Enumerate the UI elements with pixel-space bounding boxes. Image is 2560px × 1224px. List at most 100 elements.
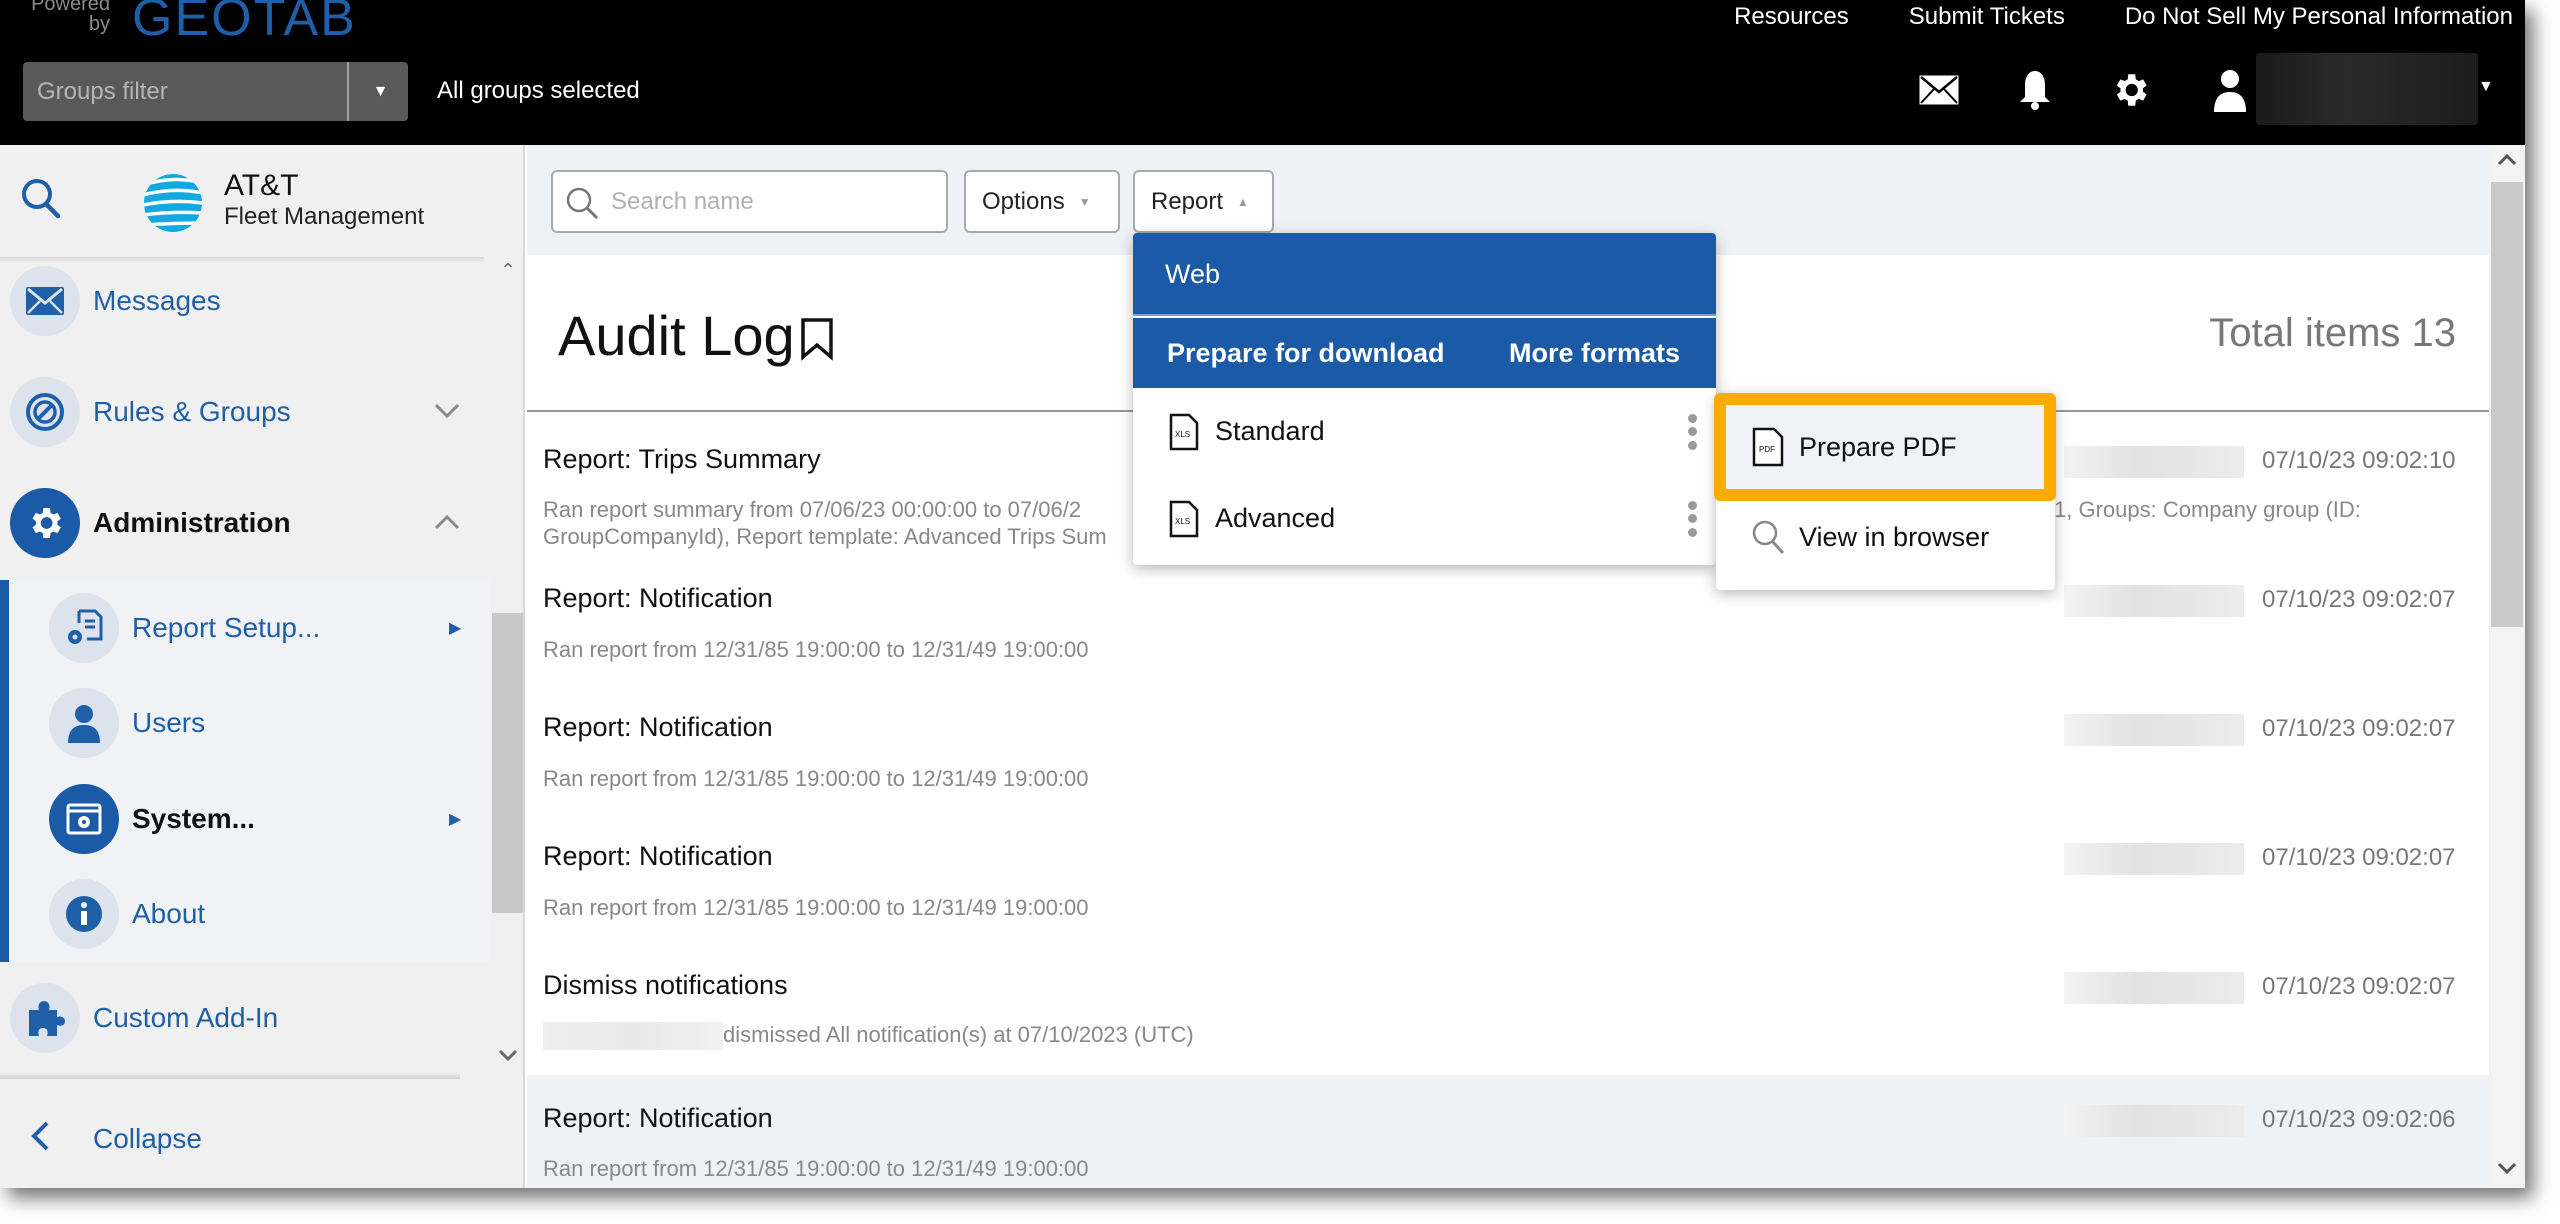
user-name-redacted[interactable] — [2256, 53, 2478, 125]
row-description: dismissed All notification(s) at 07/10/2… — [723, 1022, 1194, 1047]
page-title: Audit Log — [558, 304, 795, 367]
top-links: Resources Submit Tickets Do Not Sell My … — [1734, 0, 2513, 34]
row-timestamp: 07/10/23 09:02:06 — [2262, 1106, 2456, 1133]
gear-icon — [10, 488, 80, 558]
sidebar-item-label: Rules & Groups — [93, 396, 291, 427]
link-submit-tickets[interactable]: Submit Tickets — [1909, 3, 2065, 31]
sidebar-item-label: Custom Add-In — [93, 1002, 279, 1033]
row-title: Dismiss notifications — [543, 970, 788, 1000]
collapse-label: Collapse — [93, 1123, 202, 1154]
sidebar-item-label: System... — [132, 803, 255, 834]
geotab-logo: GEOTAB — [132, 0, 357, 47]
list-item[interactable]: Report: Notification Ran report from 12/… — [527, 564, 2489, 693]
groups-filter[interactable]: Groups filter ▼ — [23, 62, 408, 121]
sidebar-bottom-shadow — [0, 1073, 460, 1079]
options-button[interactable]: Options ▼ — [964, 170, 1120, 233]
mail-icon[interactable] — [1917, 68, 1961, 112]
main-scrollbar[interactable] — [2489, 145, 2525, 1188]
att-globe-logo — [143, 173, 203, 233]
search-name-field[interactable] — [551, 170, 948, 233]
sidebar-search-icon[interactable] — [18, 175, 66, 223]
report-label: Report — [1151, 187, 1224, 215]
menu-item-standard[interactable]: XLS Standard — [1133, 388, 1716, 475]
row-title: Report: Notification — [543, 1103, 773, 1133]
more-formats-label: More formats — [1508, 338, 1680, 368]
prepare-for-download-label: Prepare for download — [1167, 338, 1445, 368]
list-item[interactable]: Report: Notification Ran report from 12/… — [527, 1075, 2489, 1188]
row-title: Report: Trips Summary — [543, 444, 821, 474]
user-menu-caret[interactable]: ▼ — [2478, 78, 2494, 96]
sidebar-scroll-down-icon[interactable] — [495, 1045, 521, 1071]
link-do-not-sell[interactable]: Do Not Sell My Personal Information — [2125, 3, 2513, 31]
user-redacted — [2064, 843, 2244, 875]
user-redacted — [2064, 714, 2244, 746]
row-description: Ran report from 12/31/85 19:00:00 to 12/… — [543, 637, 1089, 662]
menu-item-prepare-pdf[interactable]: PDF Prepare PDF — [1716, 403, 2055, 491]
svg-text:PDF: PDF — [1759, 445, 1775, 454]
sidebar-item-administration[interactable]: Administration — [0, 475, 490, 571]
sidebar-scroll-up-icon[interactable]: ⌃ — [495, 260, 521, 286]
bell-icon[interactable] — [2013, 68, 2057, 112]
chevron-left-icon — [30, 1120, 60, 1159]
list-item[interactable]: Dismiss notifications dismissed All noti… — [527, 951, 2489, 1075]
bookmark-icon[interactable] — [799, 317, 835, 361]
sidebar-item-label: Administration — [93, 507, 291, 538]
user-redacted — [543, 1022, 723, 1051]
report-button[interactable]: Report ▲ — [1133, 170, 1274, 233]
user-icon — [49, 688, 119, 758]
groups-filter-dropdown-button[interactable]: ▼ — [353, 62, 408, 121]
format-submenu: PDF Prepare PDF View in browser — [1716, 393, 2055, 590]
list-item[interactable]: Report: Notification Ran report from 12/… — [527, 693, 2489, 822]
menu-item-advanced[interactable]: XLS Advanced — [1133, 475, 1716, 562]
scroll-up-icon[interactable] — [2493, 149, 2521, 177]
svg-text:XLS: XLS — [1175, 517, 1190, 526]
puzzle-icon — [10, 983, 80, 1053]
collapse-button[interactable]: Collapse — [30, 1115, 202, 1163]
search-name-input[interactable] — [611, 182, 931, 222]
scroll-down-icon[interactable] — [2493, 1157, 2521, 1185]
chevron-up-icon[interactable] — [434, 510, 460, 536]
user-redacted — [2064, 446, 2244, 478]
caret-down-icon: ▼ — [1078, 194, 1091, 209]
menu-item-label: Advanced — [1215, 503, 1336, 533]
total-items-count: Total items 13 — [2209, 311, 2456, 355]
menu-item-web[interactable]: Web — [1133, 233, 1716, 316]
search-icon — [565, 186, 599, 220]
row-timestamp: 07/10/23 09:02:07 — [2262, 586, 2456, 613]
rules-icon — [10, 377, 80, 447]
xls-file-icon: XLS — [1169, 500, 1199, 538]
menu-item-view-in-browser[interactable]: View in browser — [1716, 493, 2055, 581]
more-options-icon[interactable] — [1686, 413, 1698, 450]
chevron-down-icon[interactable] — [434, 399, 460, 425]
sidebar-item-about[interactable]: About — [0, 866, 490, 962]
groups-filter-divider — [347, 62, 349, 121]
menu-item-label: Prepare PDF — [1799, 431, 1957, 462]
row-description: Ran report from 12/31/85 19:00:00 to 12/… — [543, 1156, 1089, 1181]
more-options-icon[interactable] — [1686, 500, 1698, 537]
sidebar-item-report-setup[interactable]: Report Setup... ▶ — [0, 580, 490, 676]
caret-up-icon: ▲ — [1237, 194, 1249, 209]
top-header: Powered by GEOTAB Resources Submit Ticke… — [0, 0, 2525, 145]
gear-icon[interactable] — [2108, 68, 2152, 112]
main-scrollbar-thumb[interactable] — [2491, 182, 2523, 627]
sidebar-item-messages[interactable]: Messages — [0, 253, 490, 349]
search-icon — [1750, 517, 1786, 557]
row-description-continued: 1, Groups: Company group (ID: — [2054, 497, 2361, 522]
row-timestamp: 07/10/23 09:02:07 — [2262, 973, 2456, 1000]
list-item[interactable]: Report: Notification Ran report from 12/… — [527, 822, 2489, 951]
row-timestamp: 07/10/23 09:02:07 — [2262, 715, 2456, 742]
row-description: Ran report from 12/31/85 19:00:00 to 12/… — [543, 766, 1089, 791]
xls-file-icon: XLS — [1169, 413, 1199, 451]
link-resources[interactable]: Resources — [1734, 3, 1849, 31]
sidebar-item-label: Report Setup... — [132, 612, 321, 643]
sidebar-item-custom-add-in[interactable]: Custom Add-In — [0, 970, 490, 1066]
sidebar-item-users[interactable]: Users — [0, 675, 490, 771]
submenu-arrow-icon: ▶ — [449, 811, 462, 828]
user-icon[interactable] — [2208, 68, 2252, 112]
submenu-arrow-icon: ▶ — [449, 620, 462, 637]
sidebar-item-system[interactable]: System... ▶ — [0, 771, 490, 867]
row-timestamp: 07/10/23 09:02:07 — [2262, 844, 2456, 871]
sidebar-item-rules-groups[interactable]: Rules & Groups — [0, 364, 490, 460]
sidebar-scrollbar-thumb[interactable] — [492, 613, 523, 913]
sidebar-item-label: About — [132, 898, 206, 929]
